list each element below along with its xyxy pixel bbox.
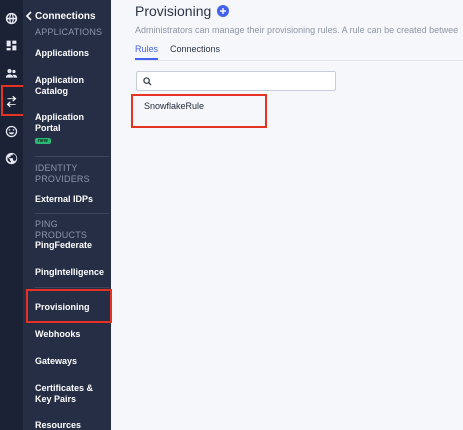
search-input[interactable] (156, 76, 326, 86)
page-description: Administrators can manage their provisio… (135, 25, 459, 35)
globe-icon[interactable] (0, 7, 23, 29)
globe-alt-icon[interactable] (0, 147, 23, 169)
tab-divider (135, 60, 463, 61)
nav-item-certificates[interactable]: Certificates & Key Pairs (35, 383, 109, 405)
users-icon[interactable] (0, 62, 23, 84)
new-badge: new (35, 138, 51, 144)
nav-item-label: Application Portal (35, 112, 84, 133)
nav-divider (35, 287, 109, 288)
back-label: Connections (35, 10, 96, 22)
smiley-icon[interactable] (0, 120, 23, 142)
nav-item-pingintelligence[interactable]: PingIntelligence (35, 267, 109, 278)
page-title-text: Provisioning (135, 3, 212, 19)
page-title: Provisioning (135, 3, 230, 19)
section-identity-providers: IDENTITY PROVIDERS (35, 163, 90, 184)
nav-item-resources[interactable]: Resources (35, 420, 109, 430)
section-applications: APPLICATIONS (35, 27, 103, 37)
search-icon (143, 76, 152, 86)
tab-rules[interactable]: Rules (135, 44, 159, 60)
tab-connections[interactable]: Connections (170, 44, 220, 60)
nav-item-application-catalog[interactable]: Application Catalog (35, 75, 109, 97)
rule-highlight-box (131, 94, 267, 128)
nav-divider (35, 213, 109, 214)
nav-item-gateways[interactable]: Gateways (35, 356, 109, 367)
section-ping-products: PING PRODUCTS (35, 219, 88, 240)
chevron-left-icon (23, 10, 35, 22)
nav-item-external-idps[interactable]: External IDPs (35, 194, 109, 205)
nav-item-pingfederate[interactable]: PingFederate (35, 240, 109, 251)
connections-nav: Connections APPLICATIONS Applications Ap… (23, 0, 111, 430)
provisioning-highlight-box (26, 289, 112, 323)
nav-item-application-portal[interactable]: Application Portal new (35, 112, 109, 145)
search-field[interactable] (136, 71, 336, 91)
tab-bar: Rules Connections (135, 44, 232, 60)
nav-item-applications[interactable]: Applications (35, 48, 109, 59)
main-content: Provisioning Administrators can manage t… (111, 0, 463, 430)
dashboard-icon[interactable] (0, 34, 23, 56)
icon-rail (0, 0, 23, 430)
nav-item-webhooks[interactable]: Webhooks (35, 329, 109, 340)
add-rule-button[interactable] (217, 5, 230, 17)
back-to-connections[interactable]: Connections (23, 9, 96, 23)
plus-icon (220, 8, 227, 14)
nav-divider (35, 156, 109, 157)
